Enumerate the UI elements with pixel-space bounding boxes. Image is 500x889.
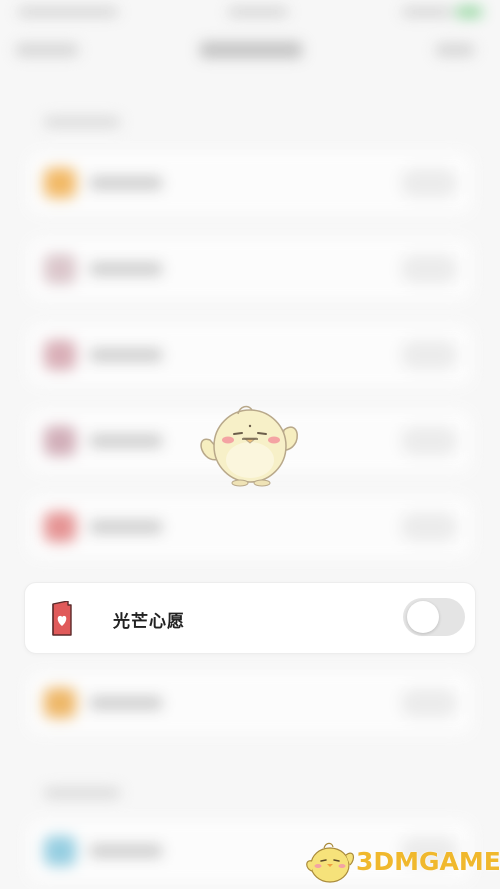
row-label [90, 845, 162, 857]
row-icon [44, 512, 76, 542]
settings-row[interactable] [28, 152, 472, 214]
row-icon [44, 168, 76, 198]
row-icon [44, 426, 76, 456]
settings-row[interactable] [28, 496, 472, 558]
heart-card-icon [49, 600, 75, 637]
status-time [228, 8, 288, 16]
watermark: 3DMGAME [302, 839, 500, 885]
watermark-text: 3DMGAME [356, 847, 500, 876]
row-label [90, 521, 162, 533]
row-label [90, 349, 162, 361]
status-bar [18, 6, 482, 20]
nav-action-button[interactable] [436, 44, 474, 56]
status-indicators [402, 8, 452, 16]
nav-bar [0, 36, 500, 66]
chick-mascot-icon [198, 400, 302, 492]
row-toggle[interactable] [400, 254, 458, 284]
battery-icon [456, 7, 482, 17]
wish-toggle-switch[interactable] [403, 598, 465, 636]
3dm-chick-logo-icon [306, 842, 355, 883]
row-label [90, 177, 162, 189]
row-toggle[interactable] [400, 340, 458, 370]
back-button[interactable] [16, 44, 78, 56]
section-header [44, 117, 120, 127]
row-icon [44, 688, 76, 718]
card-label: 光芒心愿 [113, 612, 185, 632]
toggle-knob[interactable] [407, 601, 439, 633]
row-toggle[interactable] [400, 426, 458, 456]
row-icon [44, 836, 76, 866]
row-label [90, 263, 162, 275]
wish-setting-card: 光芒心愿 [24, 582, 476, 654]
row-toggle[interactable] [400, 688, 458, 718]
row-toggle[interactable] [400, 168, 458, 198]
settings-row[interactable] [28, 238, 472, 300]
row-toggle[interactable] [400, 512, 458, 542]
settings-row[interactable] [28, 324, 472, 386]
row-icon [44, 254, 76, 284]
row-icon [44, 340, 76, 370]
status-carrier [18, 8, 118, 16]
section-header [44, 788, 120, 798]
settings-row[interactable] [28, 672, 472, 734]
row-label [90, 435, 162, 447]
nav-title [200, 42, 302, 58]
screen: 光芒心愿 3DMGAME [0, 0, 500, 889]
row-label [90, 697, 162, 709]
